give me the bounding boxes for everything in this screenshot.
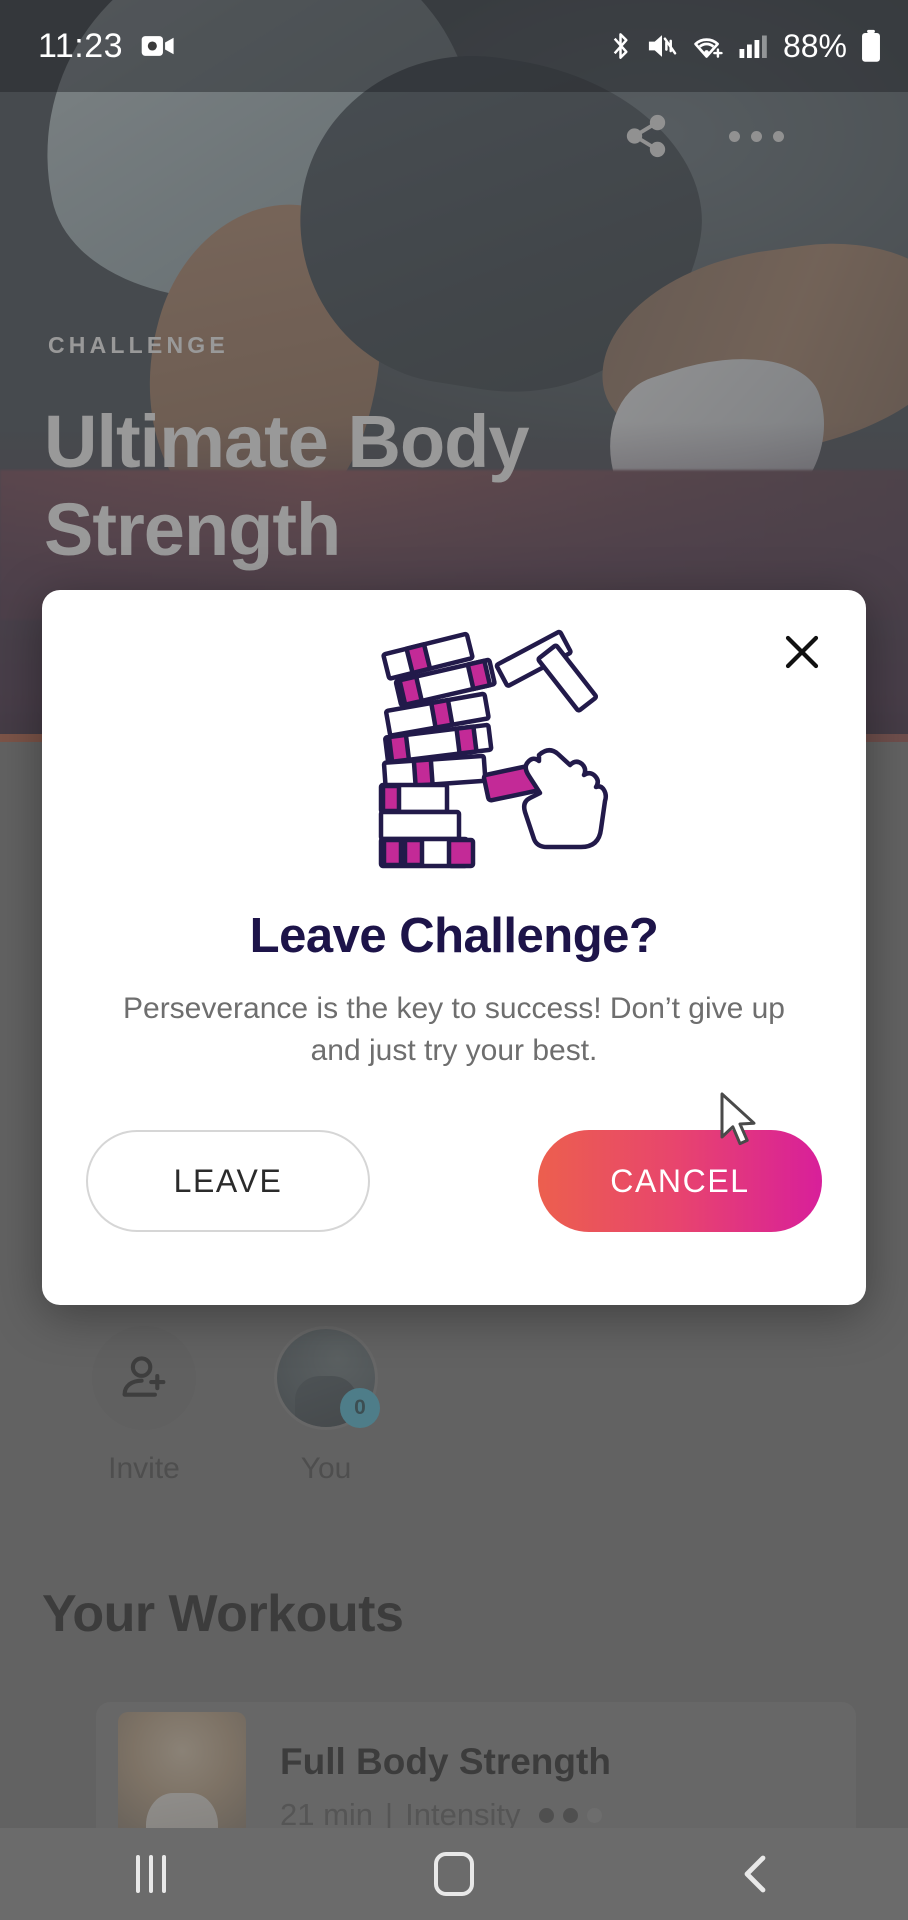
jenga-tower-hand-icon: [378, 629, 609, 869]
leave-challenge-dialog: Leave Challenge? Perseverance is the key…: [42, 590, 866, 1305]
status-bar: 11:23 88%: [0, 0, 908, 92]
status-time: 11:23: [38, 26, 124, 65]
dialog-body: Perseverance is the key to success! Don’…: [123, 992, 785, 1067]
screen-record-icon: [141, 36, 174, 56]
dialog-actions: LEAVE CANCEL: [86, 1130, 822, 1232]
back-icon: [744, 1855, 766, 1893]
battery-percent: 88%: [782, 27, 847, 64]
mute-icon: [648, 35, 677, 57]
android-nav-bar: [0, 1828, 908, 1920]
back-button[interactable]: [687, 1828, 827, 1920]
leave-button[interactable]: LEAVE: [86, 1130, 370, 1232]
home-button[interactable]: [384, 1828, 524, 1920]
recents-button[interactable]: [81, 1828, 221, 1920]
dialog-title: Leave Challenge?: [249, 909, 659, 963]
bluetooth-icon: [613, 33, 628, 59]
home-icon: [433, 1852, 474, 1896]
cellular-signal-icon: [739, 35, 767, 58]
jenga-illustration: [42, 628, 866, 878]
cancel-button[interactable]: CANCEL: [538, 1130, 822, 1232]
recents-icon: [136, 1855, 167, 1893]
battery-icon: [862, 29, 880, 62]
wifi-calling-icon: [694, 38, 723, 58]
phone-screen: CHALLENGE Ultimate Body Strength Invite: [0, 0, 908, 1920]
